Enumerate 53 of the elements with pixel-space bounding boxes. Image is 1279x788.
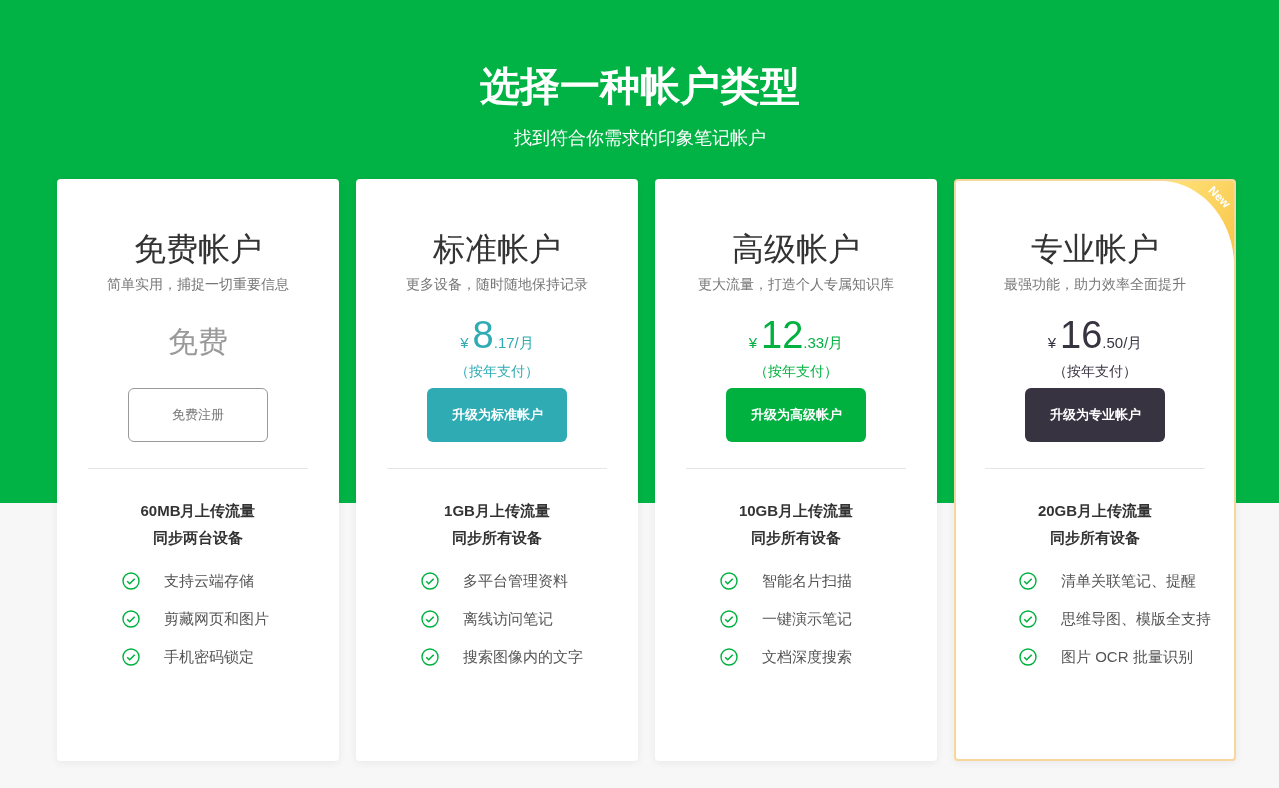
devices-text: 同步所有设备 [1050,528,1140,548]
devices-text: 同步所有设备 [751,528,841,548]
check-icon [421,610,439,628]
plan-tagline: 最强功能，助力效率全面提升 [1004,275,1186,294]
feature-text: 智能名片扫描 [762,572,852,590]
feature-text: 离线访问笔记 [463,610,553,628]
quota-text: 10GB月上传流量 [738,501,854,521]
signup-button[interactable]: 免费注册 [128,388,268,442]
plan-name: 专业帐户 [1031,230,1159,269]
quota-text: 20GB月上传流量 [1037,501,1153,521]
price-text: 免费 [168,324,228,360]
check-icon [421,648,439,666]
check-icon [720,648,738,666]
signup-button[interactable]: 升级为标准帐户 [427,388,567,442]
plan-tagline: 更多设备，随时随地保持记录 [406,275,588,294]
plan-name: 免费帐户 [134,230,262,269]
feature-text: 手机密码锁定 [164,648,254,666]
check-icon [122,572,140,590]
plan-name: 高级帐户 [732,230,860,269]
price: ¥12.33/月 [748,313,844,357]
page-title: 选择一种帐户类型 [479,63,800,110]
check-icon [122,648,140,666]
feature-text: 图片 OCR 批量识别 [1061,648,1193,666]
feature-text: 文档深度搜索 [762,648,852,666]
feature-text: 搜索图像内的文字 [463,648,583,666]
feature-text: 清单关联笔记、提醒 [1061,572,1196,590]
billing-note: （按年支付） [754,362,838,381]
page-subtitle: 找到符合你需求的印象笔记帐户 [513,127,766,150]
signup-button[interactable]: 升级为专业帐户 [1025,388,1165,442]
feature-text: 剪藏网页和图片 [164,610,269,628]
devices-text: 同步两台设备 [153,528,243,548]
check-icon [720,572,738,590]
feature-text: 支持云端存储 [164,572,254,590]
check-icon [1019,648,1037,666]
billing-note: （按年支付） [1053,362,1137,381]
check-icon [1019,610,1037,628]
quota-text: 1GB月上传流量 [444,501,550,521]
signup-button[interactable]: 升级为高级帐户 [726,388,866,442]
feature-text: 思维导图、模版全支持 [1061,610,1211,628]
quota-text: 60MB月上传流量 [140,501,256,521]
feature-text: 多平台管理资料 [463,572,568,590]
price: ¥8.17/月 [460,313,534,357]
plan-tagline: 简单实用，捕捉一切重要信息 [107,275,289,294]
check-icon [720,610,738,628]
plan-tagline: 更大流量，打造个人专属知识库 [698,275,894,294]
devices-text: 同步所有设备 [452,528,542,548]
plan-name: 标准帐户 [433,230,561,269]
check-icon [1019,572,1037,590]
check-icon [421,572,439,590]
billing-note: （按年支付） [455,362,539,381]
price: ¥16.50/月 [1047,313,1143,357]
feature-text: 一键演示笔记 [762,610,852,628]
check-icon [122,610,140,628]
